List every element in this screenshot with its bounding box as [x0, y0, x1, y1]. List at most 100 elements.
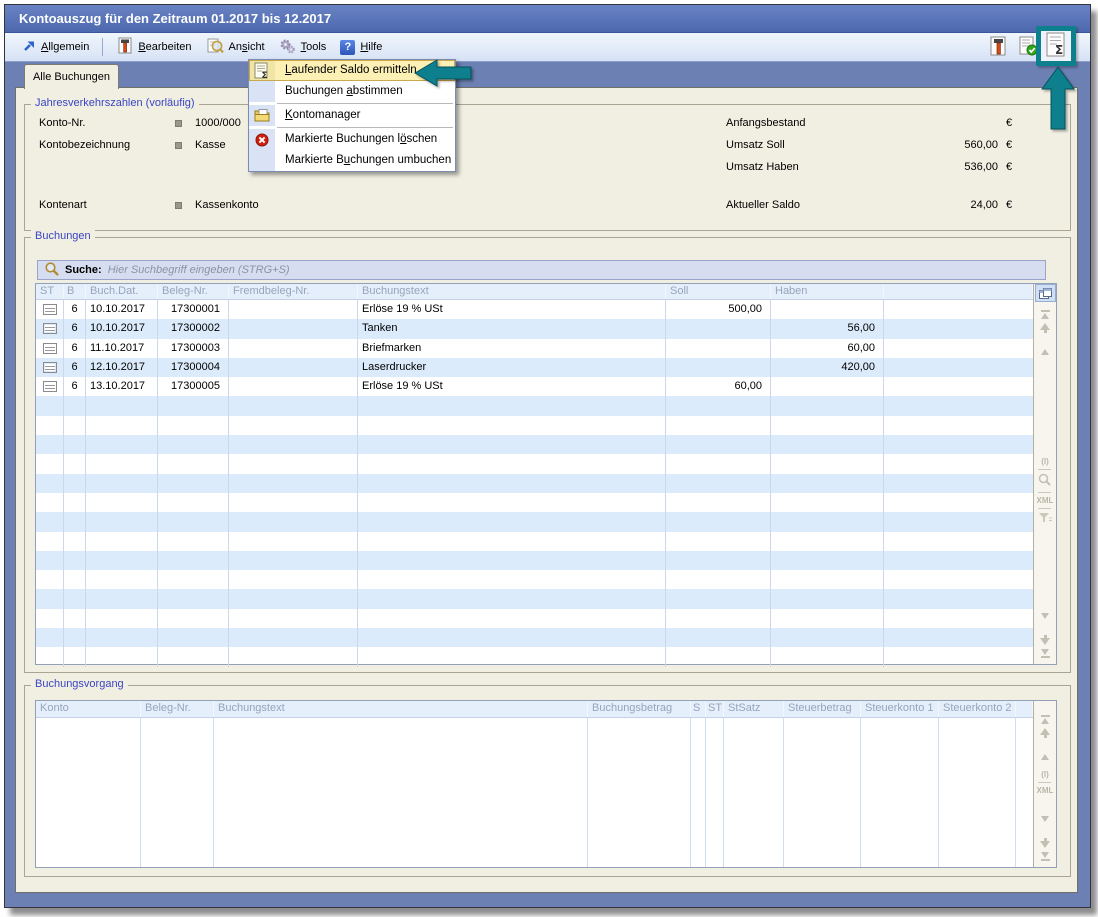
empty-detail-area[interactable]	[36, 718, 1033, 867]
col-st[interactable]: ST	[706, 701, 724, 717]
page-up-icon[interactable]	[1040, 323, 1050, 333]
menu-item-laufender-saldo[interactable]: Σ Laufender Saldo ermitteln	[249, 60, 455, 81]
col-buchdat[interactable]: Buch.Dat.	[86, 284, 158, 299]
bookings-table: ST B Buch.Dat. Beleg-Nr. Fremdbeleg-Nr. …	[35, 283, 1057, 665]
col-soll[interactable]: Soll	[666, 284, 771, 299]
column-picker-icon[interactable]	[1035, 284, 1056, 302]
field-label: Umsatz Haben	[726, 161, 799, 173]
col-buchungstext[interactable]: Buchungstext	[358, 284, 666, 299]
scroll-bottom-icon[interactable]	[1041, 852, 1050, 861]
col-stsatz[interactable]: StSatz	[724, 701, 784, 717]
gears-icon	[279, 38, 296, 57]
edit-tool-button[interactable]	[988, 36, 1008, 56]
table-header[interactable]: ST B Buch.Dat. Beleg-Nr. Fremdbeleg-Nr. …	[36, 284, 1033, 300]
empty-row[interactable]	[36, 589, 1033, 608]
confirm-bookings-button[interactable]	[1018, 36, 1038, 56]
menu-item-buchungen-loeschen[interactable]: Markierte Buchungen löschen	[249, 129, 455, 150]
zoom-search-icon[interactable]	[1038, 473, 1051, 489]
col-steuerkonto1[interactable]: Steuerkonto 1	[861, 701, 939, 717]
table-side-toolbar: (I) XML	[1033, 284, 1056, 664]
magnifier-page-icon	[206, 37, 224, 57]
bullet-icon	[175, 142, 182, 149]
col-konto[interactable]: Konto	[36, 701, 141, 717]
menu-bearbeiten[interactable]: Bearbeiten	[109, 34, 198, 60]
table-header[interactable]: Konto Beleg-Nr. Buchungstext Buchungsbet…	[36, 701, 1033, 718]
scroll-up-icon[interactable]	[1041, 742, 1049, 754]
scroll-down-icon[interactable]	[1041, 619, 1049, 631]
table-row[interactable]: 6 11.10.2017 17300003 Briefmarken 60,00	[36, 339, 1033, 358]
field-label: Aktueller Saldo	[726, 199, 800, 211]
col-haben[interactable]: Haben	[771, 284, 884, 299]
booking-grid-icon	[43, 323, 57, 334]
xml-export-icon[interactable]: XML	[1037, 786, 1054, 795]
scroll-down-icon[interactable]	[1041, 822, 1049, 834]
currency-label: €	[1006, 197, 1012, 213]
col-st[interactable]: ST	[36, 284, 64, 299]
table-row[interactable]: 6 10.10.2017 17300001 Erlöse 19 % USt 50…	[36, 300, 1033, 319]
field-value: 560,00	[866, 137, 998, 153]
col-s[interactable]: S	[691, 701, 706, 717]
info-icon[interactable]: (I)	[1041, 770, 1049, 779]
menu-item-buchungen-umbuchen[interactable]: Markierte Buchungen umbuchen	[249, 150, 455, 171]
main-panel: Jahresverkehrszahlen (vorläufig) Konto-N…	[15, 87, 1078, 893]
menu-separator	[277, 103, 453, 104]
col-buchungsbetrag[interactable]: Buchungsbetrag	[588, 701, 691, 717]
empty-row[interactable]	[36, 609, 1033, 628]
booking-detail-table: Konto Beleg-Nr. Buchungstext Buchungsbet…	[35, 700, 1057, 868]
empty-row[interactable]	[36, 512, 1033, 531]
col-belegnr[interactable]: Beleg-Nr.	[158, 284, 229, 299]
empty-row[interactable]	[36, 551, 1033, 570]
search-placeholder: Hier Suchbegriff eingeben (STRG+S)	[108, 264, 290, 276]
empty-row[interactable]	[36, 435, 1033, 454]
table-side-toolbar: (I) XML	[1033, 701, 1056, 867]
col-buchungstext[interactable]: Buchungstext	[214, 701, 588, 717]
page-up-icon[interactable]	[1040, 728, 1050, 738]
empty-row[interactable]	[36, 416, 1033, 435]
table-row[interactable]: 6 13.10.2017 17300005 Erlöse 19 % USt 60…	[36, 377, 1033, 396]
menu-hilfe[interactable]: ? Hilfe	[333, 37, 389, 58]
scroll-up-icon[interactable]	[1041, 337, 1049, 349]
menu-allgemein[interactable]: Allgemein	[15, 36, 96, 59]
filter-icon[interactable]	[1038, 512, 1052, 527]
col-steuerbetrag[interactable]: Steuerbetrag	[784, 701, 861, 717]
menu-tools[interactable]: Tools	[272, 35, 334, 60]
menu-item-kontomanager[interactable]: Kontomanager	[249, 105, 455, 126]
empty-row[interactable]	[36, 570, 1033, 589]
empty-row[interactable]	[36, 396, 1033, 415]
empty-row[interactable]	[36, 474, 1033, 493]
table-row[interactable]: 6 12.10.2017 17300004 Laserdrucker 420,0…	[36, 358, 1033, 377]
page-down-icon[interactable]	[1040, 838, 1050, 848]
section-title: Buchungen	[31, 230, 95, 242]
info-icon[interactable]: (I)	[1041, 457, 1049, 466]
currency-label: €	[1006, 159, 1012, 175]
empty-row[interactable]	[36, 454, 1033, 473]
field-value: Kassenkonto	[195, 197, 259, 213]
section-jahresverkehrszahlen: Jahresverkehrszahlen (vorläufig) Konto-N…	[24, 104, 1071, 231]
bullet-icon	[175, 120, 182, 127]
title-bar: Kontoauszug für den Zeitraum 01.2017 bis…	[5, 5, 1090, 33]
section-buchungsvorgang: Buchungsvorgang Konto Beleg-Nr. Buchungs…	[24, 685, 1071, 877]
search-bar[interactable]: Suche: Hier Suchbegriff eingeben (STRG+S…	[37, 260, 1046, 280]
col-b[interactable]: B	[64, 284, 86, 299]
empty-row[interactable]	[36, 647, 1033, 666]
section-title: Buchungsvorgang	[31, 678, 128, 690]
col-fremdbelegnr[interactable]: Fremdbeleg-Nr.	[229, 284, 358, 299]
empty-row[interactable]	[36, 532, 1033, 551]
field-value: 1000/000	[195, 115, 241, 131]
table-row[interactable]: 6 10.10.2017 17300002 Tanken 56,00	[36, 319, 1033, 338]
menu-ansicht[interactable]: Ansicht	[199, 34, 272, 60]
menu-item-buchungen-abstimmen[interactable]: Buchungen abstimmen	[249, 81, 455, 102]
empty-row[interactable]	[36, 493, 1033, 512]
page-down-icon[interactable]	[1040, 635, 1050, 645]
scroll-top-icon[interactable]	[1041, 310, 1050, 319]
col-steuerkonto2[interactable]: Steuerkonto 2	[939, 701, 1016, 717]
scroll-bottom-icon[interactable]	[1041, 649, 1050, 658]
delete-icon	[249, 129, 275, 150]
tab-alle-buchungen[interactable]: Alle Buchungen	[24, 64, 119, 89]
scroll-top-icon[interactable]	[1041, 715, 1050, 724]
xml-export-icon[interactable]: XML	[1037, 496, 1054, 505]
menu-bar: Allgemein Bearbeiten Ansicht Tools	[5, 33, 1090, 62]
col-belegnr[interactable]: Beleg-Nr.	[141, 701, 214, 717]
hammer-document-icon	[116, 37, 133, 57]
empty-row[interactable]	[36, 628, 1033, 647]
